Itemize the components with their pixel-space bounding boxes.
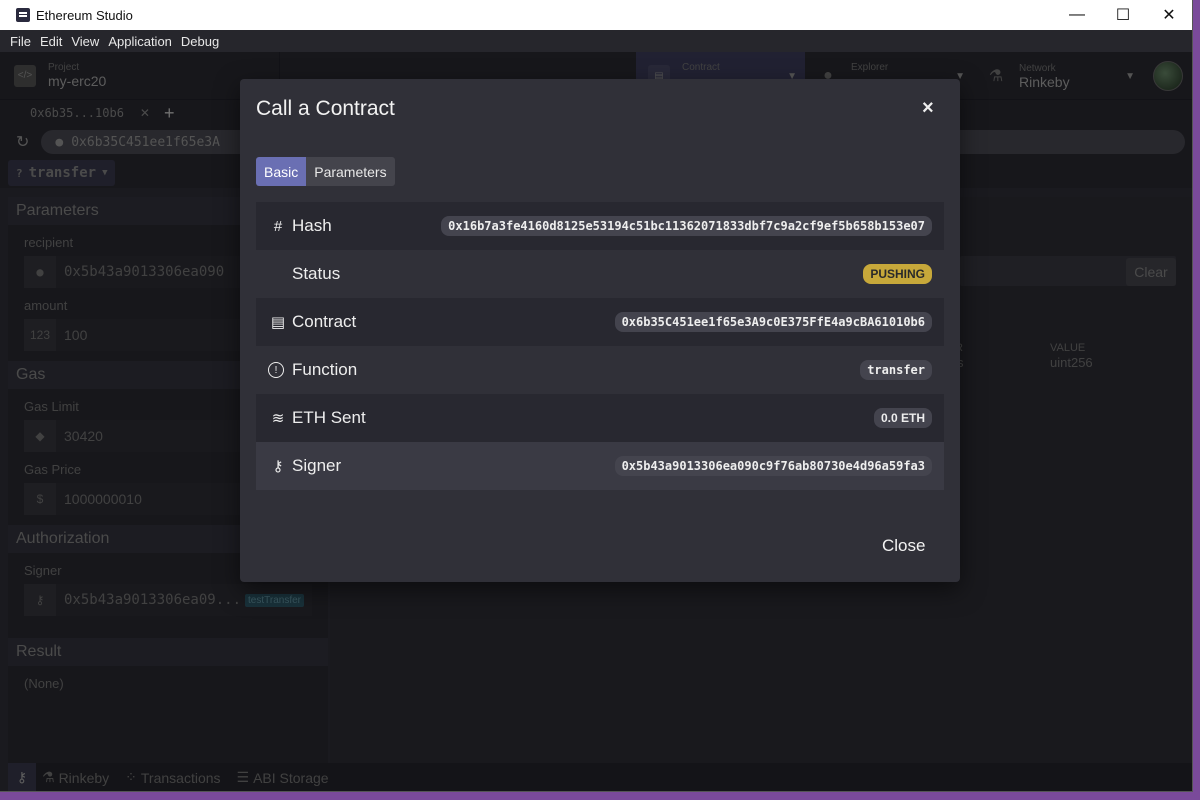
- function-value: transfer: [860, 360, 932, 380]
- detail-row-eth-sent: ≋ ETH Sent 0.0 ETH: [256, 394, 944, 442]
- document-icon: ▤: [270, 314, 286, 331]
- close-icon[interactable]: ×: [922, 97, 934, 120]
- detail-row-status: Status PUSHING: [256, 250, 944, 298]
- status-badge: PUSHING: [863, 264, 932, 284]
- info-circle-icon: !: [268, 362, 284, 378]
- tab-basic[interactable]: Basic: [256, 157, 307, 186]
- detail-label: Signer: [292, 456, 342, 475]
- detail-label: Hash: [292, 216, 332, 235]
- hash-value[interactable]: 0x16b7a3fe4160d8125e53194c51bc1136207183…: [441, 216, 932, 236]
- close-button[interactable]: Close: [882, 536, 925, 556]
- detail-row-contract: ▤ Contract 0x6b35C451ee1f65e3A9c0E375FfE…: [256, 298, 944, 346]
- close-window-button[interactable]: ✕: [1146, 0, 1192, 30]
- window-title: Ethereum Studio: [36, 7, 133, 23]
- eth-sent-value: 0.0 ETH: [873, 408, 932, 428]
- detail-label: ETH Sent: [292, 408, 366, 427]
- detail-label: Status: [292, 264, 341, 283]
- detail-row-signer: ⚷ Signer 0x5b43a9013306ea090c9f76ab80730…: [256, 442, 944, 490]
- menu-file[interactable]: File: [6, 34, 35, 49]
- maximize-button[interactable]: ☐: [1100, 0, 1146, 30]
- detail-row-hash: # Hash 0x16b7a3fe4160d8125e53194c51bc113…: [256, 202, 944, 250]
- detail-label: Contract: [292, 312, 357, 331]
- minimize-button[interactable]: —: [1054, 0, 1100, 30]
- menu-view[interactable]: View: [67, 34, 103, 49]
- call-contract-dialog: Call a Contract × Basic Parameters # Has…: [240, 79, 960, 582]
- menu-application[interactable]: Application: [104, 34, 176, 49]
- menu-debug[interactable]: Debug: [177, 34, 223, 49]
- contract-value[interactable]: 0x6b35C451ee1f65e3A9c0E375FfE4a9cBA61010…: [614, 312, 932, 332]
- dialog-tabs: Basic Parameters: [256, 157, 395, 186]
- signer-value[interactable]: 0x5b43a9013306ea090c9f76ab80730e4d96a59f…: [614, 456, 932, 476]
- detail-label: Function: [292, 360, 358, 379]
- detail-row-function: ! Function transfer: [256, 346, 944, 394]
- details-list: # Hash 0x16b7a3fe4160d8125e53194c51bc113…: [256, 202, 944, 490]
- menu-bar: File Edit View Application Debug: [0, 30, 1192, 52]
- dialog-title: Call a Contract: [256, 97, 395, 120]
- tab-parameters[interactable]: Parameters: [306, 157, 395, 186]
- app-logo-icon: [16, 8, 30, 22]
- hash-icon: #: [273, 217, 283, 235]
- coins-icon: ≋: [271, 410, 285, 427]
- title-bar: Ethereum Studio — ☐ ✕: [0, 0, 1192, 30]
- menu-edit[interactable]: Edit: [36, 34, 66, 49]
- key-icon: ⚷: [272, 458, 284, 475]
